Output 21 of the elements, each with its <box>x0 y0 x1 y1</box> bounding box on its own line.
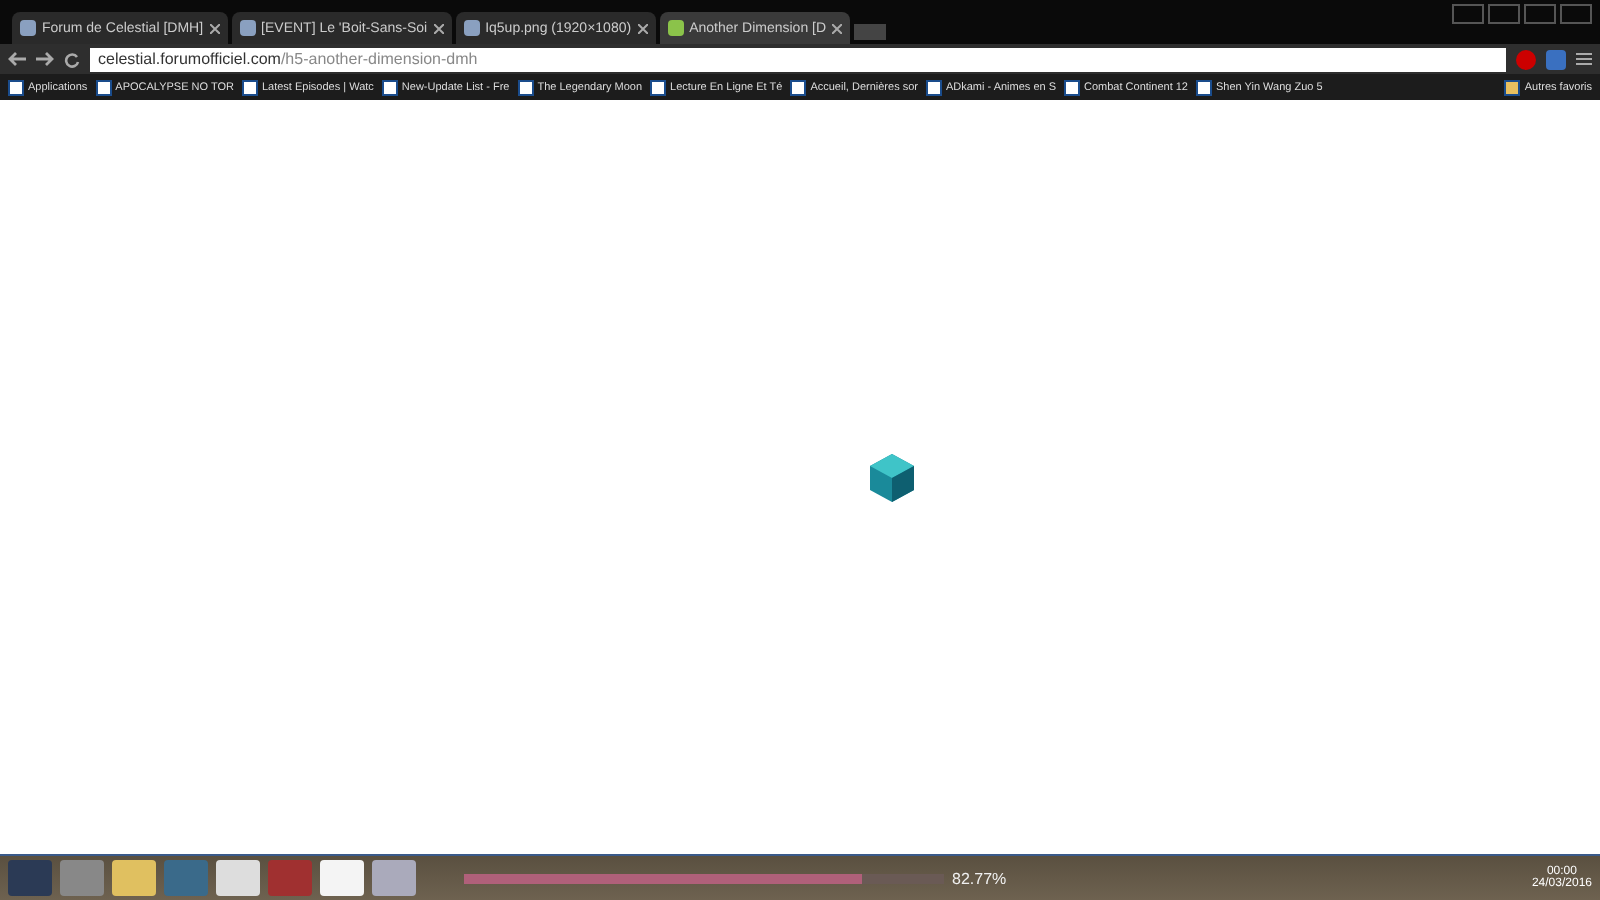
close-tab-icon[interactable] <box>433 23 444 33</box>
cube-icon <box>866 451 918 503</box>
close-tab-icon[interactable] <box>832 23 843 33</box>
user-button[interactable] <box>1452 4 1484 24</box>
address-field[interactable]: celestial.forumofficiel.com/h5-another-dimension-dmh <box>90 47 1506 71</box>
menu-icon[interactable] <box>1576 52 1592 66</box>
maximize-button[interactable] <box>1524 4 1556 24</box>
progress-reading: 82.77% <box>952 869 1007 887</box>
favicon-icon <box>20 20 36 36</box>
favicon-icon <box>667 20 684 36</box>
reload-icon[interactable] <box>64 51 80 67</box>
close-tab-icon[interactable] <box>209 23 220 33</box>
close-tab-icon[interactable] <box>637 23 648 33</box>
back-icon[interactable] <box>8 52 26 66</box>
close-button[interactable] <box>1560 4 1592 24</box>
favicon-icon <box>463 20 480 36</box>
favicon-icon <box>239 20 256 36</box>
new-tab-button[interactable] <box>854 24 887 40</box>
start-button[interactable] <box>8 860 52 896</box>
minimize-button[interactable] <box>1488 4 1520 24</box>
forward-icon[interactable] <box>36 52 54 66</box>
